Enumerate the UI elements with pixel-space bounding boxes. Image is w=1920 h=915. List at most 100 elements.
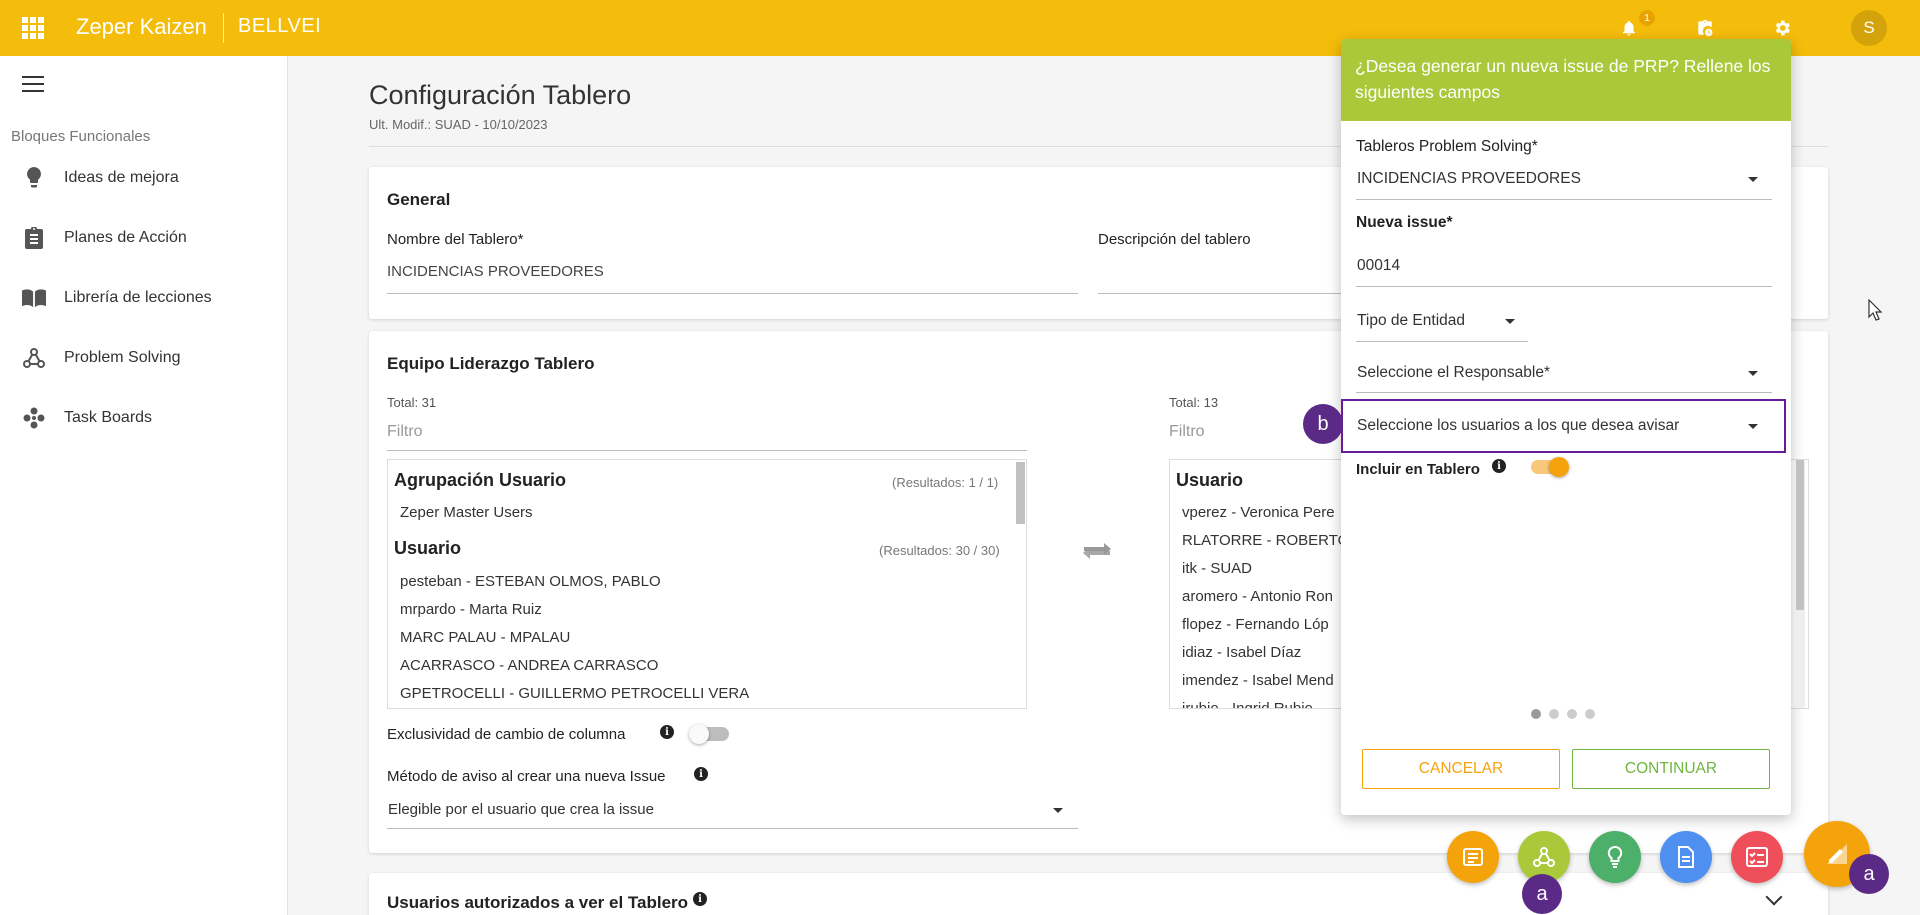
company-name: BELLVEI (238, 15, 322, 37)
chevron-down-icon[interactable] (1765, 888, 1783, 906)
chevron-down-icon (1053, 808, 1063, 813)
list-item[interactable]: itk - SUAD (1182, 560, 1252, 577)
apps-grid-icon[interactable] (22, 17, 44, 39)
swap-icon[interactable] (1082, 540, 1112, 564)
page-title: Configuración Tablero (369, 80, 632, 110)
user-avatar[interactable]: S (1851, 10, 1887, 46)
step-indicator (1531, 709, 1595, 719)
clipboard-clock-icon[interactable] (1693, 16, 1717, 40)
webhook-icon (22, 346, 46, 370)
tablet-icon[interactable] (1447, 831, 1499, 883)
responsible-select[interactable]: Seleccione el Responsable* (1357, 364, 1550, 382)
sidebar-item-task-boards[interactable]: Task Boards (0, 393, 288, 443)
entity-type-underline (1356, 341, 1528, 342)
continue-button[interactable]: CONTINUAR (1572, 749, 1770, 789)
annotation-marker-a: a (1522, 874, 1562, 914)
user-header: Usuario (394, 538, 462, 558)
include-in-board-toggle[interactable] (1527, 457, 1569, 477)
cancel-button[interactable]: CANCELAR (1362, 749, 1560, 789)
step-dot[interactable] (1549, 709, 1559, 719)
list-item[interactable]: Zeper Master Users (400, 504, 533, 521)
bell-icon[interactable] (1617, 16, 1641, 40)
info-icon[interactable]: i (693, 892, 707, 906)
annotation-marker-b: b (1303, 404, 1343, 444)
info-icon[interactable]: i (1492, 459, 1506, 473)
sidebar-section-title: Bloques Funcionales (11, 128, 151, 145)
annotation-marker-a: a (1849, 854, 1889, 894)
step-dot[interactable] (1531, 709, 1541, 719)
list-item[interactable]: imendez - Isabel Mend (1182, 672, 1334, 689)
board-description-underline (1098, 293, 1348, 294)
sidebar-item-label: Ideas de mejora (64, 169, 179, 186)
new-issue-input[interactable]: 00014 (1357, 257, 1400, 275)
sidebar-item-problem-solving[interactable]: Problem Solving (0, 333, 288, 383)
step-dot[interactable] (1585, 709, 1595, 719)
selected-filter-input[interactable]: Filtro (1169, 423, 1205, 441)
boards-label: Tableros Problem Solving* (1356, 138, 1538, 155)
user-count: (Resultados: 30 / 30) (879, 543, 1000, 558)
lightbulb-icon[interactable] (1589, 831, 1641, 883)
scrollbar[interactable] (1016, 462, 1025, 524)
available-total: Total: 31 (387, 395, 437, 410)
sidebar-item-label: Problem Solving (64, 349, 181, 366)
dialog-header: ¿Desea generar un nueva issue de PRP? Re… (1341, 39, 1791, 121)
authorized-users-title: Usuarios autorizados a ver el Tablero (387, 893, 689, 912)
include-in-board-label: Incluir en Tablero (1356, 461, 1480, 478)
info-icon[interactable]: i (660, 725, 674, 739)
book-icon (22, 286, 46, 310)
list-item[interactable]: flopez - Fernando Lóp (1182, 616, 1329, 633)
responsible-underline (1356, 392, 1772, 393)
board-name-underline (387, 293, 1078, 294)
clipboard-icon (22, 226, 46, 250)
group-header: Agrupación Usuario (394, 470, 567, 490)
new-issue-dialog: ¿Desea generar un nueva issue de PRP? Re… (1341, 39, 1791, 815)
boards-select[interactable]: INCIDENCIAS PROVEEDORES (1357, 170, 1581, 188)
board-name-input[interactable]: INCIDENCIAS PROVEEDORES (387, 263, 604, 280)
list-item[interactable]: pesteban - ESTEBAN OLMOS, PABLO (400, 573, 661, 590)
chevron-down-icon (1748, 424, 1758, 429)
notify-users-select[interactable]: Seleccione los usuarios a los que desea … (1357, 417, 1679, 435)
list-item[interactable]: idiaz - Isabel Díaz (1182, 644, 1301, 661)
sidebar-item-lessons[interactable]: Librería de lecciones (0, 273, 288, 323)
exclusive-change-toggle[interactable] (689, 724, 731, 744)
list-item[interactable]: vperez - Veronica Pere (1182, 504, 1335, 521)
notify-method-underline (387, 828, 1078, 829)
checklist-icon[interactable] (1731, 831, 1783, 883)
available-filter-underline (387, 450, 1027, 451)
notify-method-select[interactable]: Elegible por el usuario que crea la issu… (388, 801, 654, 818)
mouse-cursor-icon (1868, 298, 1883, 326)
general-title: General (387, 190, 451, 209)
list-item[interactable]: irubio - Ingrid Rubio (1182, 700, 1313, 708)
sidebar: Bloques Funcionales Ideas de mejora Plan… (0, 56, 288, 915)
menu-icon[interactable] (22, 76, 44, 92)
selected-user-header: Usuario (1176, 470, 1244, 490)
sidebar-item-label: Librería de lecciones (64, 289, 212, 306)
group-count: (Resultados: 1 / 1) (892, 475, 999, 490)
selected-total: Total: 13 (1169, 395, 1219, 410)
page-subtitle: Ult. Modif.: SUAD - 10/10/2023 (369, 117, 548, 132)
scrollbar[interactable] (1796, 460, 1804, 610)
board-description-label: Descripción del tablero (1098, 231, 1251, 248)
info-icon[interactable]: i (694, 767, 708, 781)
leadership-team-title: Equipo Liderazgo Tablero (387, 354, 595, 373)
available-filter-input[interactable]: Filtro (387, 423, 423, 441)
new-issue-underline (1356, 286, 1772, 287)
step-dot[interactable] (1567, 709, 1577, 719)
lightbulb-icon (22, 166, 46, 190)
sidebar-item-label: Planes de Acción (64, 229, 187, 246)
notification-badge: 1 (1639, 10, 1655, 26)
gear-icon[interactable] (1770, 16, 1794, 40)
list-item[interactable]: MARC PALAU - MPALAU (400, 629, 570, 646)
available-users-list: Agrupación Usuario (Resultados: 1 / 1) Z… (387, 459, 1027, 709)
list-item[interactable]: mrpardo - Marta Ruiz (400, 601, 542, 618)
document-icon[interactable] (1660, 831, 1712, 883)
list-item[interactable]: aromero - Antonio Ron (1182, 588, 1333, 605)
sidebar-item-action-plans[interactable]: Planes de Acción (0, 213, 288, 263)
list-item[interactable]: ACARRASCO - ANDREA CARRASCO (400, 657, 658, 674)
chevron-down-icon (1505, 319, 1515, 324)
list-item[interactable]: RLATORRE - ROBERTO (1182, 532, 1349, 549)
entity-type-select[interactable]: Tipo de Entidad (1357, 312, 1465, 330)
board-name-label: Nombre del Tablero* (387, 231, 524, 248)
sidebar-item-ideas[interactable]: Ideas de mejora (0, 153, 288, 203)
list-item[interactable]: GPETROCELLI - GUILLERMO PETROCELLI VERA (400, 685, 749, 702)
